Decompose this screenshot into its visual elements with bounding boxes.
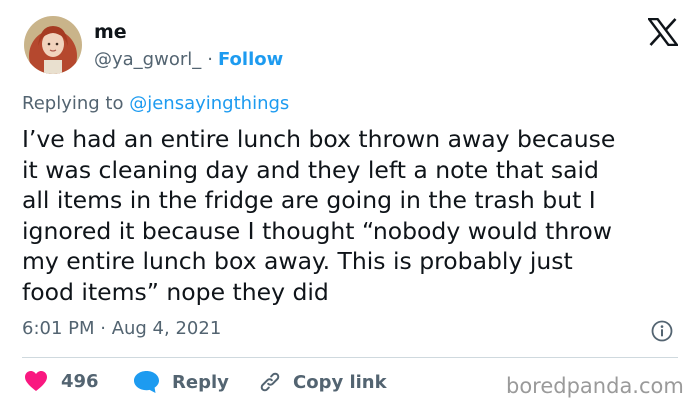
author-handle[interactable]: @ya_gworl_ bbox=[94, 49, 201, 70]
like-button[interactable]: 496 bbox=[24, 370, 99, 392]
reply-mention-link[interactable]: @jensayingthings bbox=[129, 93, 289, 114]
tweet-text: I’ve had an entire lunch box thrown away… bbox=[22, 125, 616, 306]
heart-icon bbox=[25, 371, 47, 391]
watermark: boredpanda.com bbox=[506, 374, 684, 398]
follow-button[interactable]: Follow bbox=[218, 49, 283, 70]
reply-button[interactable]: Reply bbox=[133, 370, 229, 394]
tweet-timestamp[interactable]: 6:01 PM · Aug 4, 2021 bbox=[22, 317, 221, 341]
copy-link-label: Copy link bbox=[293, 371, 387, 393]
avatar[interactable] bbox=[24, 16, 82, 74]
reply-context-prefix: Replying to bbox=[22, 93, 124, 114]
reply-bubble-icon bbox=[134, 371, 159, 393]
separator-dot: · bbox=[207, 49, 213, 70]
info-icon[interactable] bbox=[651, 320, 673, 342]
avatar-portrait-icon bbox=[24, 16, 82, 74]
x-logo-icon[interactable] bbox=[648, 18, 678, 46]
like-count: 496 bbox=[61, 370, 99, 392]
reply-context: Replying to @jensayingthings bbox=[22, 92, 289, 116]
author-name[interactable]: me bbox=[94, 20, 127, 44]
reply-label: Reply bbox=[172, 371, 229, 393]
divider bbox=[22, 357, 678, 358]
author-handle-row: @ya_gworl_ · Follow bbox=[94, 48, 283, 72]
link-icon bbox=[260, 372, 280, 392]
copy-link-button[interactable]: Copy link bbox=[258, 370, 387, 394]
